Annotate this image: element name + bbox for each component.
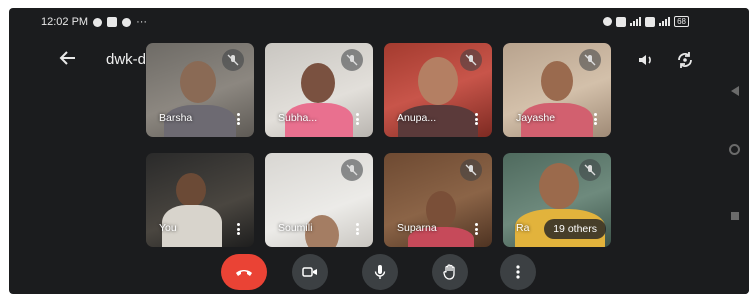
- raise-hand-icon: [443, 264, 455, 280]
- participant-video: [176, 173, 206, 207]
- participant-name: Anupa...: [397, 112, 437, 124]
- chrome-icon: [122, 17, 132, 27]
- end-call-icon: [236, 270, 252, 276]
- mic-off-icon: [222, 49, 244, 71]
- mic-off-icon: [579, 159, 601, 181]
- microphone-icon: [374, 265, 386, 279]
- mic-off-icon: [341, 49, 363, 71]
- status-time: 12:02 PM: [41, 16, 89, 28]
- speaker-icon[interactable]: [636, 50, 656, 70]
- participant-name: Jayashe: [516, 112, 556, 124]
- mic-off-icon: [341, 159, 363, 181]
- raise-hand-button[interactable]: [432, 254, 468, 290]
- participant-name: Suparna: [397, 222, 437, 234]
- participant-tile-others[interactable]: Ra 19 others: [503, 153, 611, 247]
- status-overflow: ···: [136, 16, 148, 28]
- signal-icon: [630, 17, 642, 26]
- more-vertical-icon[interactable]: [474, 223, 478, 235]
- participant-tile[interactable]: Suparna: [384, 153, 492, 247]
- participant-name: Subha...: [278, 112, 318, 124]
- end-call-button[interactable]: [221, 254, 267, 290]
- more-options-button[interactable]: [500, 254, 536, 290]
- participant-name: Ra: [516, 222, 530, 234]
- mic-off-icon: [579, 49, 601, 71]
- participant-video: [418, 57, 458, 105]
- participant-video: [541, 61, 573, 101]
- switch-camera-icon[interactable]: [675, 50, 695, 70]
- participant-name: Soumili: [278, 222, 313, 234]
- nav-back-icon[interactable]: [731, 86, 739, 96]
- alarm-icon: [603, 17, 613, 26]
- camera-toggle-button[interactable]: [292, 254, 328, 290]
- call-controls: [9, 254, 709, 290]
- more-vertical-icon[interactable]: [236, 223, 240, 235]
- participant-name: Barsha: [159, 112, 193, 124]
- participant-tile[interactable]: Barsha: [146, 43, 254, 137]
- nav-recents-icon[interactable]: [731, 212, 739, 220]
- volte2-icon: [645, 16, 656, 27]
- signal2-icon: [659, 17, 671, 26]
- more-vertical-icon[interactable]: [593, 113, 597, 125]
- others-count-badge[interactable]: 19 others: [544, 219, 606, 239]
- participant-tile[interactable]: Jayashe: [503, 43, 611, 137]
- mic-off-icon: [460, 159, 482, 181]
- battery-icon: 68: [674, 16, 689, 27]
- nav-home-icon[interactable]: [729, 144, 740, 155]
- participant-video: [301, 63, 335, 103]
- participant-name: You: [159, 222, 177, 234]
- more-vertical-icon: [516, 265, 520, 279]
- participant-tile[interactable]: Soumili: [265, 153, 373, 247]
- participant-tile-self[interactable]: You: [146, 153, 254, 247]
- whatsapp-icon: [93, 17, 103, 27]
- participant-video: [180, 61, 216, 103]
- participant-video: [539, 163, 579, 209]
- video-app-icon: [107, 17, 118, 27]
- status-bar: 12:02 PM ··· 68: [9, 8, 709, 38]
- camera-icon: [302, 267, 317, 277]
- more-vertical-icon[interactable]: [474, 113, 478, 125]
- participant-tile[interactable]: Anupa...: [384, 43, 492, 137]
- more-vertical-icon[interactable]: [355, 223, 359, 235]
- meet-call-screen: 12:02 PM ··· 68 dwk-deyx-yvc ▸: [9, 8, 749, 294]
- arrow-left-icon[interactable]: [57, 48, 79, 70]
- more-vertical-icon[interactable]: [236, 113, 240, 125]
- microphone-toggle-button[interactable]: [362, 254, 398, 290]
- more-vertical-icon[interactable]: [355, 113, 359, 125]
- mic-off-icon: [460, 49, 482, 71]
- volte-icon: [616, 16, 627, 27]
- participant-tile[interactable]: Subha...: [265, 43, 373, 137]
